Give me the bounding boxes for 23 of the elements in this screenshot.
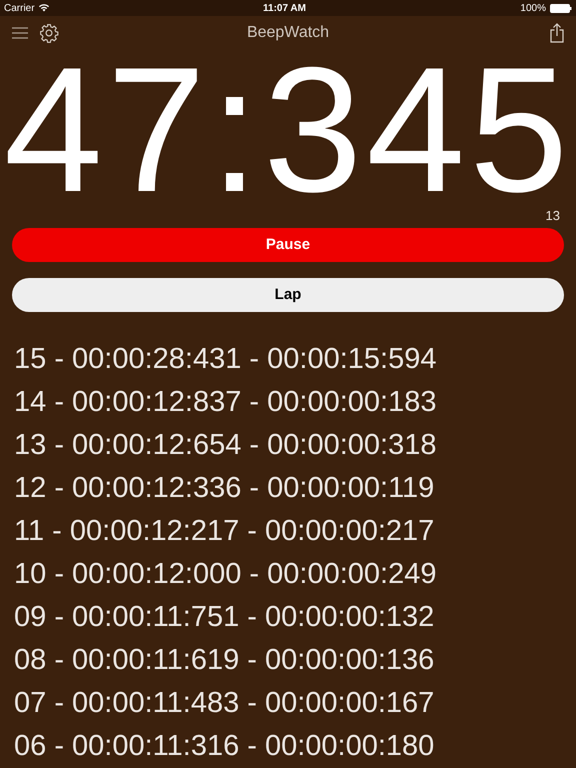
share-icon[interactable] (550, 23, 564, 43)
status-time: 11:07 AM (263, 2, 306, 16)
pause-button[interactable]: Pause (12, 228, 564, 262)
app-title: BeepWatch (246, 23, 330, 43)
battery-icon (550, 4, 572, 12)
menu-icon[interactable] (12, 27, 28, 39)
lap-row-text: 10 - 00:00:12:000 - 00:00:00:249 (14, 557, 436, 592)
lap-row-text: 11 - 00:00:12:217 - 00:00:00:217 (14, 514, 434, 549)
lap-row-text: 15 - 00:00:28:431 - 00:00:15:594 (14, 342, 436, 377)
settings-icon[interactable] (39, 23, 59, 43)
lap-row-text: 07 - 00:00:11:483 - 00:00:00:167 (14, 686, 434, 721)
wifi-icon (38, 4, 49, 12)
carrier-label: Carrier (4, 2, 35, 16)
lap-button[interactable]: Lap (12, 278, 564, 312)
lap-row-text: 08 - 00:00:11:619 - 00:00:00:136 (14, 643, 434, 678)
lap-row-text: 12 - 00:00:12:336 - 00:00:00:119 (14, 471, 434, 506)
lap-row-text: 13 - 00:00:12:654 - 00:00:00:318 (14, 428, 436, 463)
secondary-readout: 13 (546, 209, 560, 222)
lap-row-text: 09 - 00:00:11:751 - 00:00:00:132 (14, 600, 434, 635)
timer-display: 47:345 (4, 50, 572, 210)
lap-row-text: 14 - 00:00:12:837 - 00:00:00:183 (14, 385, 436, 420)
battery-percent: 100% (520, 2, 546, 16)
lap-row-text: 06 - 00:00:11:316 - 00:00:00:180 (14, 729, 434, 764)
